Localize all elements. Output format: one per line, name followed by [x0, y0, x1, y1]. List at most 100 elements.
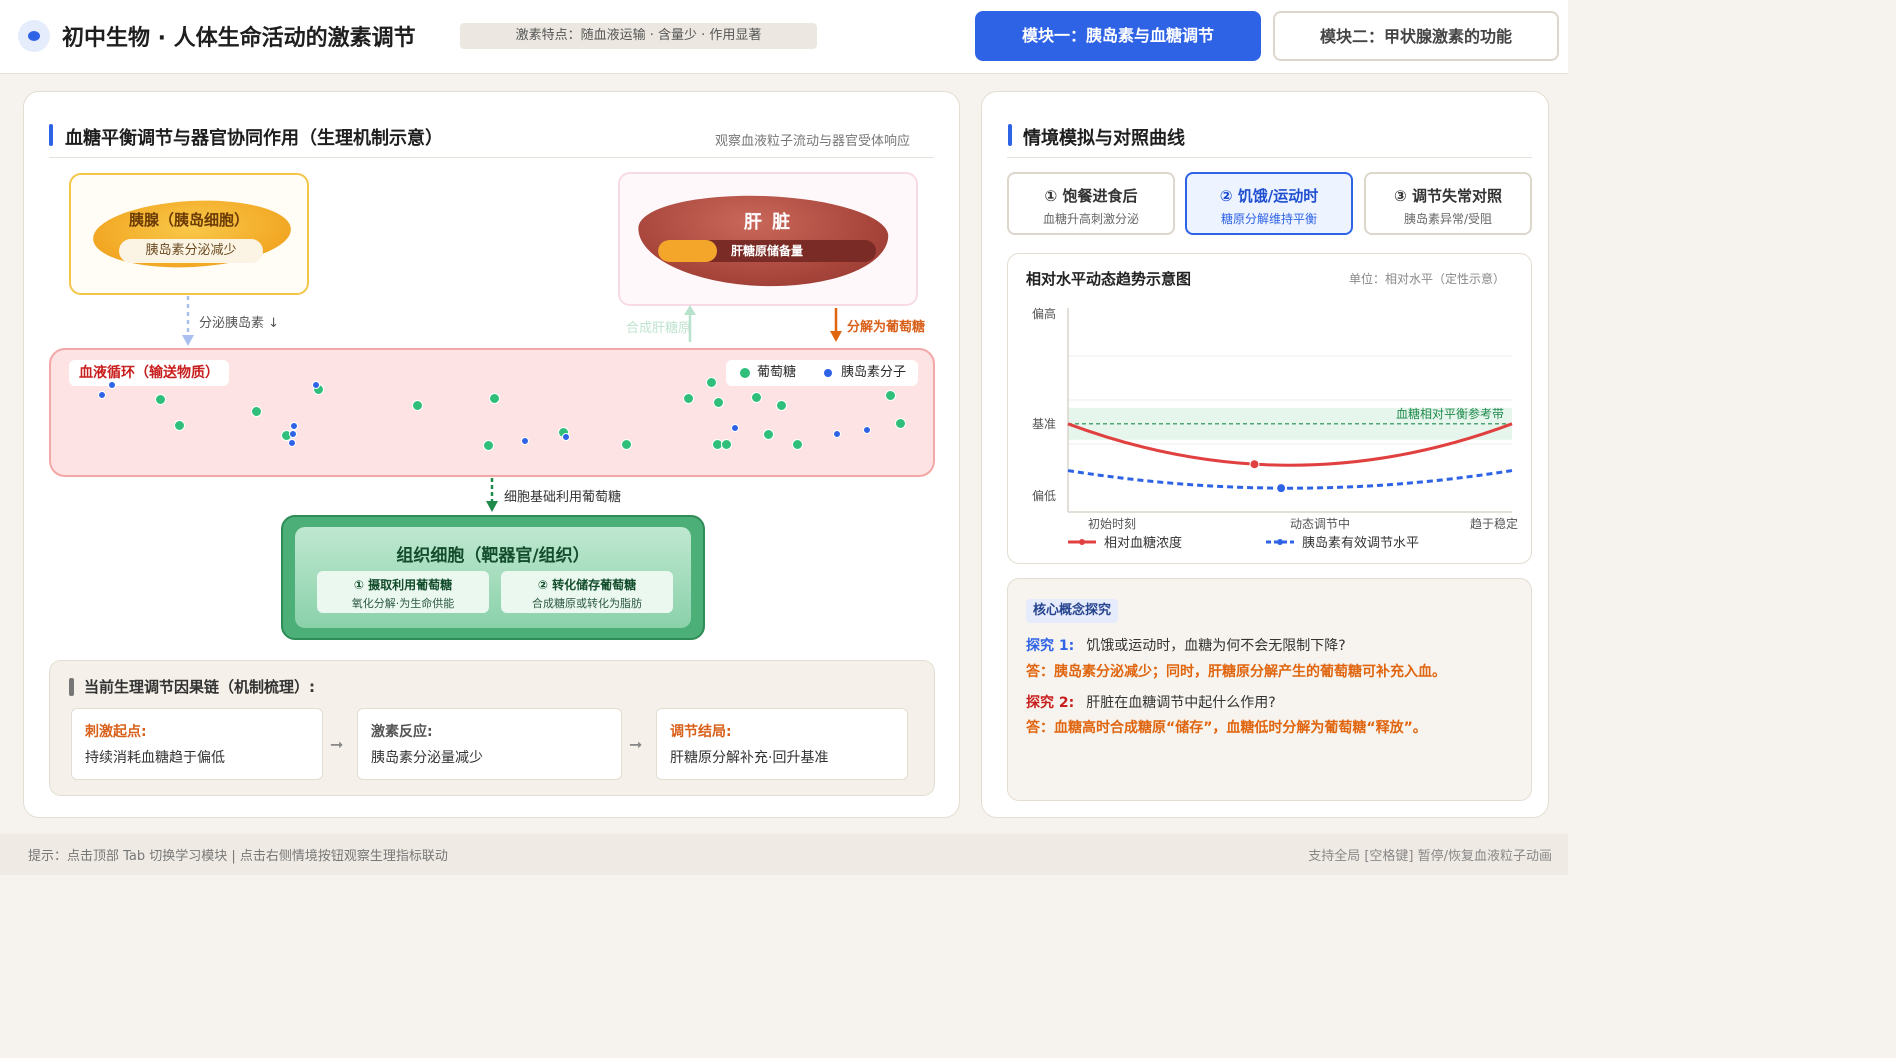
insulin-particle — [863, 426, 871, 434]
y-tick-label: 基准 — [1032, 417, 1056, 431]
chain-step-text: 持续消耗血糖趋于偏低 — [85, 750, 225, 766]
causal-chain: 当前生理调节因果链（机制梳理）: 刺激起点: 持续消耗血糖趋于偏低 ➞ 激素反应… — [49, 660, 935, 796]
insulin-particle — [98, 391, 106, 399]
blood-legend: 葡萄糖 胰岛素分子 — [726, 360, 918, 386]
insulin-particle — [562, 433, 570, 441]
chain-step-label: 激素反应: — [371, 724, 433, 740]
concept-question: 探究 1: 饥饿或运动时，血糖为何不会无限制下降? — [1026, 635, 1346, 655]
x-tick-label: 趋于稳定 — [1470, 516, 1518, 531]
chain-step-response: 激素反应: 胰岛素分泌量减少 — [357, 708, 622, 780]
chain-step-outcome: 调节结局: 肝糖原分解补充·回升基准 — [656, 708, 908, 780]
concept-question-label: 探究 2: — [1026, 695, 1075, 711]
secrete-arrow-label: 分泌胰岛素 ↓ — [199, 316, 280, 331]
glucose-particle — [713, 397, 724, 408]
series-marker-1 — [1276, 483, 1287, 494]
tissue-cells[interactable]: 组织细胞（靶器官/组织） ① 摄取利用葡萄糖 氧化分解·为生命供能 ② 转化储存… — [281, 515, 705, 640]
glucose-particle — [621, 439, 632, 450]
section-accent-bar — [1008, 124, 1012, 146]
tissue-inner: 组织细胞（靶器官/组织） ① 摄取利用葡萄糖 氧化分解·为生命供能 ② 转化储存… — [295, 527, 691, 628]
insulin-particle — [288, 439, 296, 447]
cell-use-arrow-label: 细胞基础利用葡萄糖 — [504, 490, 622, 505]
y-tick-label: 偏高 — [1032, 306, 1056, 321]
insulin-legend-label: 胰岛素分子 — [841, 365, 907, 380]
glucose-particle — [251, 406, 262, 417]
glucose-particle — [885, 390, 896, 401]
reference-band-label: 血糖相对平衡参考带 — [1396, 406, 1504, 421]
scenario-sub: 糖原分解维持平衡 — [1220, 212, 1317, 226]
glucose-particle — [895, 418, 906, 429]
tissue-card-sub: 合成糖原或转化为脂肪 — [532, 597, 642, 610]
x-tick-label: 动态调节中 — [1290, 516, 1350, 531]
chain-arrow-icon: ➞ — [330, 735, 344, 754]
tissue-card-storage: ② 转化储存葡萄糖 合成糖原或转化为脂肪 — [501, 571, 673, 613]
scenario-title: ① 饱餐进食后 — [1044, 187, 1138, 205]
legend-dot-1 — [1277, 539, 1283, 545]
scenario-button-hunger[interactable]: ② 饥饿/运动时 糖原分解维持平衡 — [1185, 172, 1353, 235]
legend-dot-0 — [1079, 539, 1085, 545]
footer: 提示：点击顶部 Tab 切换学习模块 | 点击右侧情境按钮观察生理指标联动 支持… — [0, 834, 1568, 875]
blood-circulation[interactable]: 血液循环（输送物质） 葡萄糖 胰岛素分子 — [49, 348, 935, 477]
tissue-card-sub: 氧化分解·为生命供能 — [351, 597, 455, 610]
concept-question: 探究 2: 肝脏在血糖调节中起什么作用? — [1026, 692, 1276, 712]
tissue-card-title: ① 摄取利用葡萄糖 — [353, 578, 453, 592]
scenario-button-meal[interactable]: ① 饱餐进食后 血糖升高刺激分泌 — [1007, 172, 1175, 235]
scenario-title: ② 饥饿/运动时 — [1219, 187, 1319, 205]
tissue-card-title: ② 转化储存葡萄糖 — [537, 578, 637, 592]
insulin-particle — [833, 430, 841, 438]
legend-label-0: 相对血糖浓度 — [1104, 535, 1182, 551]
scenario-title: ③ 调节失常对照 — [1394, 187, 1502, 205]
concept-tag: 核心概念探究 — [1026, 599, 1119, 623]
chart-unit: 单位：相对水平（定性示意） — [1348, 272, 1505, 286]
concept-answer: 答：胰岛素分泌减少；同时，肝糖原分解产生的葡萄糖可补充入血。 — [1026, 664, 1446, 680]
glucose-particle — [483, 440, 494, 451]
insulin-particle — [290, 422, 298, 430]
concept-question-text: 饥饿或运动时，血糖为何不会无限制下降? — [1086, 638, 1346, 654]
glucose-particle — [174, 420, 185, 431]
scenario-sub: 血糖升高刺激分泌 — [1042, 212, 1139, 226]
insulin-particle — [289, 430, 297, 438]
series-marker-0 — [1249, 459, 1260, 470]
glucose-particle — [751, 392, 762, 403]
insulin-particle — [312, 381, 320, 389]
chain-title: 当前生理调节因果链（机制梳理）: — [84, 678, 316, 696]
glucose-particle — [792, 439, 803, 450]
scenario-sub: 胰岛素异常/受阻 — [1403, 212, 1493, 226]
decompose-arrow-label: 分解为葡萄糖 — [847, 320, 926, 335]
glucose-particle — [683, 393, 694, 404]
scenario-title: 情境模拟与对照曲线 — [1023, 128, 1185, 149]
chain-step-stimulus: 刺激起点: 持续消耗血糖趋于偏低 — [71, 708, 323, 780]
tissue-card-uptake: ① 摄取利用葡萄糖 氧化分解·为生命供能 — [317, 571, 489, 613]
insulin-particle — [108, 381, 116, 389]
scenario-button-abnormal[interactable]: ③ 调节失常对照 胰岛素异常/受阻 — [1364, 172, 1532, 235]
glucose-particle — [412, 400, 423, 411]
insulin-particle — [731, 424, 739, 432]
tissue-title: 组织细胞（靶器官/组织） — [396, 546, 590, 566]
chain-step-text: 肝糖原分解补充·回升基准 — [670, 750, 829, 766]
chain-arrow-icon: ➞ — [629, 735, 643, 754]
concept-question-text: 肝脏在血糖调节中起什么作用? — [1086, 695, 1276, 711]
glucose-legend-dot-icon — [740, 368, 750, 378]
synthesize-arrow-label: 合成肝糖原 — [626, 321, 692, 336]
glucose-particle — [721, 439, 732, 450]
chart-title: 相对水平动态趋势示意图 — [1026, 270, 1192, 288]
concept-card: 核心概念探究 探究 1: 饥饿或运动时，血糖为何不会无限制下降? 答：胰岛素分泌减… — [1007, 578, 1532, 801]
concept-answer: 答：血糖高时合成糖原“储存”，血糖低时分解为葡萄糖“释放”。 — [1026, 720, 1427, 736]
glucose-legend-label: 葡萄糖 — [757, 365, 797, 380]
chain-step-label: 刺激起点: — [85, 724, 147, 740]
glucose-particle — [763, 429, 774, 440]
legend-label-1: 胰岛素有效调节水平 — [1302, 535, 1419, 551]
insulin-particle — [521, 437, 529, 445]
glucose-particle — [776, 400, 787, 411]
concept-question-label: 探究 1: — [1026, 638, 1075, 654]
chain-accent-bar — [69, 678, 74, 696]
glucose-particle — [489, 393, 500, 404]
x-tick-label: 初始时刻 — [1088, 517, 1136, 531]
y-tick-label: 偏低 — [1032, 488, 1056, 503]
trend-chart-card: 血糖相对平衡参考带 偏高基准偏低初始时刻 动态调节中 趋于稳定相对血糖浓度 胰岛素有效调… — [1007, 253, 1532, 564]
chain-step-text: 胰岛素分泌量减少 — [371, 750, 483, 766]
series-line-1 — [1067, 469, 1513, 490]
glucose-particle — [706, 377, 717, 388]
divider — [1007, 157, 1532, 158]
insulin-legend-dot-icon — [824, 369, 832, 377]
chain-step-label: 调节结局: — [670, 724, 732, 740]
